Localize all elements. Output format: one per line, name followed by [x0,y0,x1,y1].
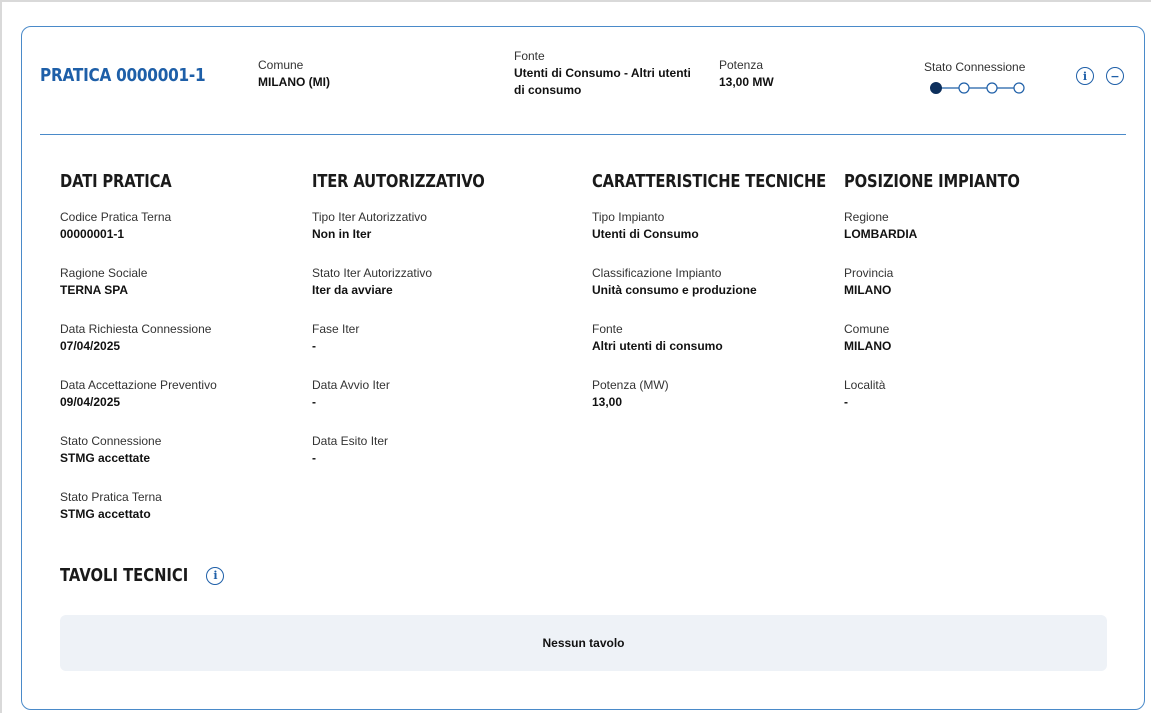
field-stato-pratica: Stato Pratica Terna STMG accettato [60,489,217,523]
step-1-icon [930,82,942,94]
field-fonte: Fonte Altri utenti di consumo [592,321,877,355]
field-ragione-sociale: Ragione Sociale TERNA SPA [60,265,217,299]
field-potenza: Potenza (MW) 13,00 [592,377,877,411]
field-value: Non in Iter [312,227,372,241]
field-value: STMG accettato [60,507,151,521]
field-label: Data Esito Iter [312,434,389,448]
field-label: Tipo Iter Autorizzativo [312,210,427,224]
tavoli-info-icon[interactable]: i [206,566,225,585]
fonte-value-line2: di consumo [514,83,582,97]
stato-connessione-stepper [930,82,1025,94]
section-heading: ITER AUTORIZZATIVO [312,171,485,192]
potenza-label: Potenza [719,58,764,72]
field-value: MILANO [844,339,892,353]
field-value: 09/04/2025 [60,395,121,409]
field-label: Stato Connessione [60,434,162,448]
field-label: Data Richiesta Connessione [60,322,212,336]
field-data-accettazione: Data Accettazione Preventivo 09/04/2025 [60,377,217,411]
section-heading: CARATTERISTICHE TECNICHE [592,171,827,192]
field-label: Data Avvio Iter [312,378,390,392]
field-localita: Località - [844,377,1058,411]
header-fonte: Fonte Utenti di Consumo - Altri utenti d… [514,48,691,99]
field-label: Stato Pratica Terna [60,490,162,504]
fonte-label: Fonte [514,49,545,63]
field-value: - [312,451,316,465]
section-tavoli-tecnici: TAVOLI TECNICI i [60,565,225,586]
section-dati-pratica: DATI PRATICA Codice Pratica Terna 0000000… [60,171,217,545]
field-stato-iter: Stato Iter Autorizzativo Iter da avviare [312,265,522,299]
field-value: - [312,339,316,353]
field-label: Potenza (MW) [592,378,669,392]
potenza-value: 13,00 MW [719,75,774,89]
field-data-avvio-iter: Data Avvio Iter - [312,377,522,411]
header-divider [40,134,1126,135]
collapse-minus-icon[interactable]: − [1106,67,1124,85]
section-iter-autorizzativo: ITER AUTORIZZATIVO Tipo Iter Autorizzati… [312,171,522,489]
field-data-richiesta: Data Richiesta Connessione 07/04/2025 [60,321,217,355]
field-label: Codice Pratica Terna [60,210,172,224]
field-value: 00000001-1 [60,227,125,241]
field-value: Utenti di Consumo [592,227,699,241]
field-value: 13,00 [592,395,623,409]
step-4-icon [1013,82,1025,94]
field-value: - [844,395,848,409]
field-label: Data Accettazione Preventivo [60,378,217,392]
field-value: STMG accettate [60,451,151,465]
field-stato-connessione: Stato Connessione STMG accettate [60,433,217,467]
field-label: Ragione Sociale [60,266,148,280]
section-heading: POSIZIONE IMPIANTO [844,171,1020,192]
field-label: Comune [844,322,890,336]
pratica-card: PRATICA 0000001-1 Comune MILANO (MI) Fon… [21,26,1145,710]
section-heading: DATI PRATICA [60,171,172,192]
section-heading: TAVOLI TECNICI [60,565,189,586]
section-caratteristiche-tecniche: CARATTERISTICHE TECNICHE Tipo Impianto Ut… [592,171,877,433]
field-value: Altri utenti di consumo [592,339,723,353]
field-value: LOMBARDIA [844,227,918,241]
field-provincia: Provincia MILANO [844,265,1058,299]
step-3-icon [986,82,998,94]
field-label: Tipo Impianto [592,210,665,224]
field-label: Fase Iter [312,322,360,336]
card-header: PRATICA 0000001-1 Comune MILANO (MI) Fon… [22,27,1144,135]
section-posizione-impianto: POSIZIONE IMPIANTO Regione LOMBARDIA Prov… [844,171,1058,433]
field-value: MILANO [844,283,892,297]
tavoli-empty-state: Nessun tavolo [60,615,1107,671]
comune-label: Comune [258,58,304,72]
field-codice-pratica: Codice Pratica Terna 00000001-1 [60,209,217,243]
field-data-esito-iter: Data Esito Iter - [312,433,522,467]
field-label: Stato Iter Autorizzativo [312,266,433,280]
field-value: Iter da avviare [312,283,393,297]
field-label: Classificazione Impianto [592,266,722,280]
field-tipo-impianto: Tipo Impianto Utenti di Consumo [592,209,877,243]
step-2-icon [958,82,970,94]
header-comune: Comune MILANO (MI) [258,57,330,91]
field-label: Provincia [844,266,894,280]
field-label: Località [844,378,886,392]
pratica-title: PRATICA 0000001-1 [40,65,206,86]
fonte-value-line1: Utenti di Consumo - Altri utenti [514,66,691,80]
field-fase-iter: Fase Iter - [312,321,522,355]
field-regione: Regione LOMBARDIA [844,209,1058,243]
field-label: Regione [844,210,889,224]
info-icon[interactable]: i [1076,67,1094,85]
field-value: 07/04/2025 [60,339,121,353]
field-comune: Comune MILANO [844,321,1058,355]
field-label: Fonte [592,322,623,336]
comune-value: MILANO (MI) [258,75,330,89]
field-value: - [312,395,316,409]
header-potenza: Potenza 13,00 MW [719,57,774,91]
field-value: Unità consumo e produzione [592,283,757,297]
stato-connessione-label: Stato Connessione [924,60,1026,74]
field-tipo-iter: Tipo Iter Autorizzativo Non in Iter [312,209,522,243]
field-classificazione-impianto: Classificazione Impianto Unità consumo e … [592,265,877,299]
field-value: TERNA SPA [60,283,129,297]
